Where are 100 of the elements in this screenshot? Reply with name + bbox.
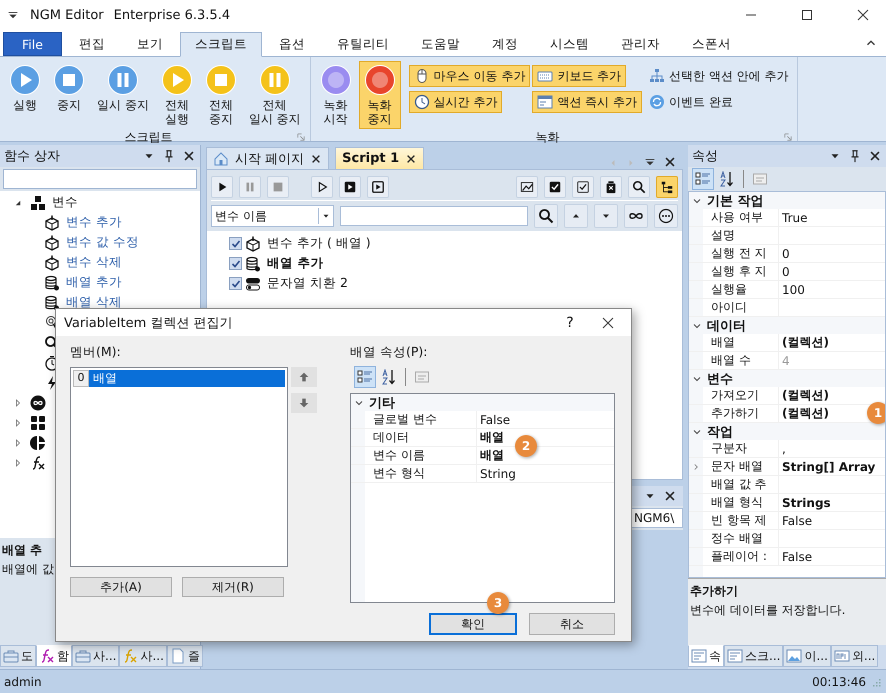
checkbox[interactable] xyxy=(229,277,242,290)
checkbox[interactable] xyxy=(229,257,242,270)
up-arrow-icon[interactable] xyxy=(297,370,311,384)
close-icon[interactable] xyxy=(868,149,882,163)
search-icon[interactable] xyxy=(538,208,554,224)
ribbon-button[interactable]: 전체 실행 xyxy=(156,61,198,129)
property-value[interactable]: , xyxy=(782,442,786,456)
panel-tab[interactable]: 즐 xyxy=(166,645,203,668)
property-value[interactable]: 배열 xyxy=(480,447,504,464)
tree-item[interactable]: 변수 삭제 xyxy=(66,254,122,272)
property-value[interactable]: String xyxy=(480,466,516,480)
property-value[interactable]: True xyxy=(782,210,808,224)
panel-tab[interactable]: 이... xyxy=(783,645,831,667)
categorized-icon[interactable] xyxy=(357,369,373,385)
checkbox-icon[interactable] xyxy=(576,180,590,194)
play-icon[interactable] xyxy=(371,180,385,194)
panel-tab[interactable]: 사... xyxy=(119,645,167,668)
menu-tab[interactable]: 옵션 xyxy=(264,32,320,56)
close-icon[interactable] xyxy=(182,148,196,163)
close-icon[interactable] xyxy=(405,152,418,164)
ribbon-toggle-button[interactable]: 액션 즉시 추가 xyxy=(532,91,642,113)
panel-tab[interactable]: 사... xyxy=(72,645,120,668)
ribbon-button[interactable]: 중지 xyxy=(48,61,90,115)
dialog-launcher-icon[interactable] xyxy=(296,132,306,142)
property-value[interactable]: (컬렉션) xyxy=(782,334,829,351)
action-item[interactable]: 배열 추가 xyxy=(264,255,324,272)
property-value[interactable]: (컬렉션) xyxy=(782,405,829,422)
more-icon[interactable] xyxy=(658,208,674,224)
menu-tab[interactable]: 스크립트 xyxy=(180,32,262,57)
menu-tab[interactable]: 도움말 xyxy=(406,32,475,56)
document-tab[interactable]: Script 1 xyxy=(335,147,424,169)
search-field[interactable] xyxy=(3,168,197,189)
add-button[interactable]: 추가(A) xyxy=(70,577,172,597)
image-edit-icon[interactable] xyxy=(520,180,534,194)
document-tab[interactable]: 시작 페이지 xyxy=(206,147,330,169)
property-value[interactable]: (컬렉션) xyxy=(782,387,829,404)
tree-item[interactable]: 배열 삭제 xyxy=(66,294,122,312)
down-arrow-icon[interactable] xyxy=(297,396,311,410)
action-item[interactable]: 변수 추가 ( 배열 ) xyxy=(264,235,371,252)
property-value[interactable]: False xyxy=(782,550,812,564)
tree-view-icon[interactable] xyxy=(660,180,674,194)
ribbon-toggle-button[interactable]: 선택한 액션 안에 추가 xyxy=(644,65,794,87)
menu-tab[interactable]: 스폰서 xyxy=(676,32,746,56)
menu-tab[interactable]: 보기 xyxy=(122,32,178,56)
categorized-icon[interactable] xyxy=(695,171,711,187)
ribbon-toggle-button[interactable]: 이벤트 완료 xyxy=(644,91,738,113)
output-field[interactable]: NGM6\ xyxy=(631,508,683,528)
ok-button[interactable]: 확인 xyxy=(429,613,517,635)
property-value[interactable]: String[] Array xyxy=(782,460,876,474)
ribbon-button[interactable]: 전체 일시 중지 xyxy=(244,61,306,129)
property-value[interactable]: 0 xyxy=(782,246,790,260)
close-icon[interactable] xyxy=(600,314,616,330)
close-icon[interactable] xyxy=(663,489,677,503)
ribbon-toggle-button[interactable]: 키보드 추가 xyxy=(532,65,626,87)
close-icon[interactable] xyxy=(855,7,871,23)
menu-tab[interactable]: 편집 xyxy=(64,32,120,56)
property-value[interactable]: False xyxy=(480,412,510,426)
tree-item[interactable]: 변수 추가 xyxy=(66,214,122,232)
checkbox-icon[interactable] xyxy=(548,180,562,194)
property-value[interactable]: False xyxy=(782,514,812,528)
close-icon[interactable] xyxy=(663,155,677,169)
close-icon[interactable] xyxy=(310,152,322,164)
help-button[interactable]: ? xyxy=(555,314,585,332)
menu-tab[interactable]: 유틸리티 xyxy=(322,32,404,56)
property-value[interactable]: 0 xyxy=(782,264,790,278)
sort-icon[interactable] xyxy=(381,369,397,385)
play-icon[interactable] xyxy=(343,180,357,194)
menu-tab[interactable]: File xyxy=(3,32,62,56)
property-value[interactable]: Strings xyxy=(782,496,831,510)
remove-button[interactable]: 제거(R) xyxy=(182,577,284,597)
ribbon-button[interactable]: 일시 중지 xyxy=(92,61,154,115)
cancel-button[interactable]: 취소 xyxy=(529,613,615,635)
panel-tab[interactable]: 함 xyxy=(36,645,72,668)
tree-item[interactable]: 변수 값 수정 xyxy=(66,234,139,252)
sort-icon[interactable] xyxy=(719,171,735,187)
menu-tab[interactable]: 시스템 xyxy=(534,32,604,56)
action-item[interactable]: 문자열 치환 2 xyxy=(264,275,348,292)
property-value[interactable]: 100 xyxy=(782,282,805,296)
filter-field[interactable] xyxy=(340,206,528,226)
ribbon-toggle-button[interactable]: 실시간 추가 xyxy=(408,91,502,113)
ribbon-button[interactable]: 실행 xyxy=(4,61,46,115)
ribbon-button[interactable]: 전체 중지 xyxy=(200,61,242,129)
checkbox[interactable] xyxy=(229,237,242,250)
menu-tab[interactable]: 관리자 xyxy=(606,32,675,56)
filter-dropdown[interactable]: 변수 이름 xyxy=(211,205,334,227)
menu-tab[interactable]: 계정 xyxy=(476,32,533,56)
maximize-icon[interactable] xyxy=(799,7,815,23)
panel-tab[interactable]: 속 xyxy=(688,645,724,667)
member-item[interactable]: 배열 xyxy=(89,370,285,387)
panel-tab[interactable]: 스크... xyxy=(724,645,784,667)
ribbon-button[interactable]: 녹화 중지 xyxy=(358,61,401,129)
tree-item[interactable]: 변수 xyxy=(52,194,78,212)
dialog-launcher-icon[interactable] xyxy=(783,132,794,142)
ribbon-toggle-button[interactable]: 마우스 이동 추가 xyxy=(408,65,530,87)
delete-icon[interactable] xyxy=(604,180,618,194)
property-value[interactable]: 배열 xyxy=(480,429,504,446)
panel-tab[interactable]: 외... xyxy=(830,645,878,667)
panel-tab[interactable]: 도 xyxy=(0,645,36,668)
ribbon-button[interactable]: 녹화 시작 xyxy=(314,61,357,129)
tree-item[interactable]: 배열 추가 xyxy=(66,274,122,292)
